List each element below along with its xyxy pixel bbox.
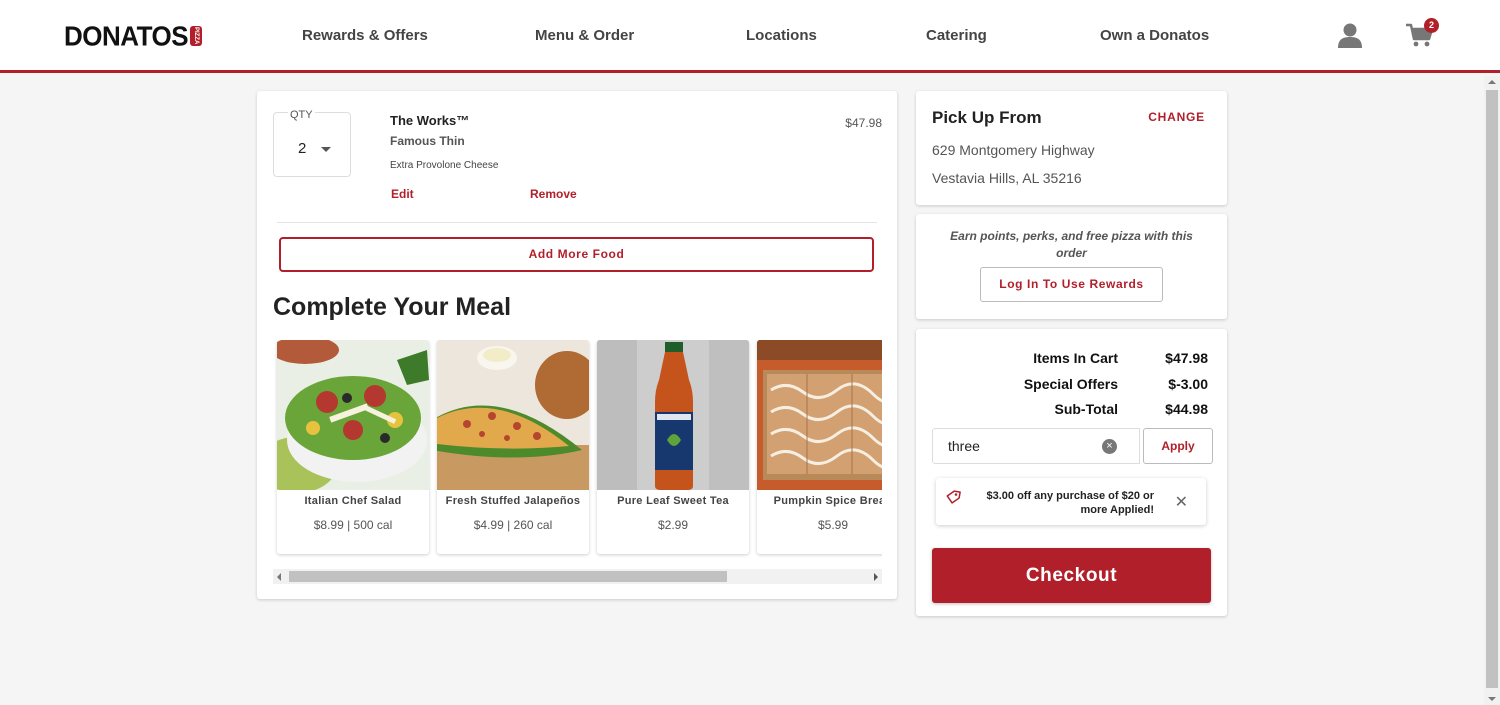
item-topping: Extra Provolone Cheese (390, 160, 499, 171)
carousel-scrollbar[interactable] (273, 569, 882, 584)
pickup-card: Pick Up From CHANGE 629 Montgomery Highw… (916, 91, 1227, 205)
subtotal-value: $44.98 (1165, 401, 1208, 417)
subtotal-label: Sub-Total (1054, 401, 1118, 417)
donatos-logo[interactable]: DONATOS PIZZA (64, 19, 203, 52)
apply-promo-button[interactable]: Apply (1143, 428, 1213, 464)
scrollbar-thumb[interactable] (289, 571, 727, 582)
items-in-cart-label: Items In Cart (1033, 350, 1118, 366)
page-scrollbar[interactable] (1484, 76, 1500, 705)
product-card[interactable]: Italian Chef Salad $8.99 | 500 cal (277, 340, 429, 554)
items-in-cart-row: Items In Cart $47.98 (916, 350, 1226, 370)
logo-text: DONATOS (64, 19, 189, 52)
item-name: The Works™ (390, 113, 470, 128)
pickup-address-line1: 629 Montgomery Highway (932, 142, 1095, 158)
product-image-jalapenos (437, 340, 589, 490)
nav-catering[interactable]: Catering (926, 27, 987, 44)
product-name: Pumpkin Spice Bread (773, 495, 882, 507)
product-image-bread (757, 340, 882, 490)
special-offers-label: Special Offers (1023, 376, 1118, 392)
add-more-food-button[interactable]: Add More Food (279, 237, 874, 272)
user-icon[interactable] (1337, 22, 1363, 48)
qty-value: 2 (298, 140, 307, 157)
product-meta: $4.99 | 260 cal (473, 518, 553, 532)
product-meta: $5.99 (817, 518, 849, 532)
special-offers-row: Special Offers $-3.00 (916, 376, 1226, 396)
qty-label: QTY (288, 109, 315, 121)
chevron-down-icon (321, 147, 331, 152)
remove-item-link[interactable]: Remove (530, 187, 577, 201)
product-card[interactable]: Pumpkin Spice Bread $5.99 (757, 340, 882, 554)
applied-offer-text: $3.00 off any purchase of $20 or more Ap… (986, 490, 1154, 516)
order-summary-card: Items In Cart $47.98 Special Offers $-3.… (916, 329, 1227, 616)
change-location-link[interactable]: CHANGE (1148, 110, 1205, 124)
item-crust: Famous Thin (390, 134, 465, 148)
rewards-text: Earn points, perks, and free pizza with … (950, 229, 1193, 260)
suggestions-carousel: Italian Chef Salad $8.99 | 500 cal Fresh… (273, 340, 882, 558)
divider (277, 222, 877, 223)
cart-items-card: QTY 2 The Works™ Famous Thin Extra Provo… (257, 91, 897, 599)
product-card[interactable]: Fresh Stuffed Jalapeños $4.99 | 260 cal (437, 340, 589, 554)
product-image-salad (277, 340, 429, 490)
applied-offer-notice: $3.00 off any purchase of $20 or more Ap… (936, 478, 1206, 525)
pickup-title: Pick Up From (932, 108, 1042, 127)
site-header: DONATOS PIZZA Rewards & Offers Menu & Or… (0, 0, 1500, 73)
checkout-button[interactable]: Checkout (932, 548, 1211, 603)
rewards-card: Earn points, perks, and free pizza with … (916, 214, 1227, 319)
clear-input-icon[interactable]: × (1102, 439, 1117, 454)
product-meta: $8.99 | 500 cal (313, 518, 393, 532)
nav-rewards-offers[interactable]: Rewards & Offers (302, 27, 428, 44)
product-card[interactable]: Pure Leaf Sweet Tea $2.99 (597, 340, 749, 554)
subtotal-row: Sub-Total $44.98 (916, 401, 1226, 421)
pickup-address-line2: Vestavia Hills, AL 35216 (932, 170, 1082, 186)
logo-badge: PIZZA (190, 26, 203, 46)
product-image-tea (597, 340, 749, 490)
scroll-right-arrow-icon[interactable] (874, 573, 878, 581)
close-icon[interactable]: ✕ (1175, 492, 1188, 512)
log-in-rewards-button[interactable]: Log In To Use Rewards (980, 267, 1163, 302)
product-name: Pure Leaf Sweet Tea (617, 495, 729, 507)
scroll-down-arrow-icon[interactable] (1488, 697, 1496, 701)
nav-menu-order[interactable]: Menu & Order (535, 27, 634, 44)
scroll-up-arrow-icon[interactable] (1488, 80, 1496, 84)
tag-icon (946, 490, 961, 504)
items-in-cart-value: $47.98 (1165, 350, 1208, 366)
product-meta: $2.99 (657, 518, 689, 532)
product-name: Italian Chef Salad (304, 495, 402, 507)
nav-locations[interactable]: Locations (746, 27, 817, 44)
edit-item-link[interactable]: Edit (391, 187, 414, 201)
page-scrollbar-thumb[interactable] (1486, 90, 1498, 688)
scroll-left-arrow-icon[interactable] (277, 573, 281, 581)
nav-own-a-donatos[interactable]: Own a Donatos (1100, 27, 1209, 44)
item-price: $47.98 (845, 116, 882, 130)
product-name: Fresh Stuffed Jalapeños (445, 495, 581, 507)
quantity-select[interactable]: QTY 2 (273, 109, 351, 177)
complete-meal-title: Complete Your Meal (273, 293, 512, 321)
special-offers-value: $-3.00 (1168, 376, 1208, 392)
cart-count-badge: 2 (1424, 18, 1439, 33)
